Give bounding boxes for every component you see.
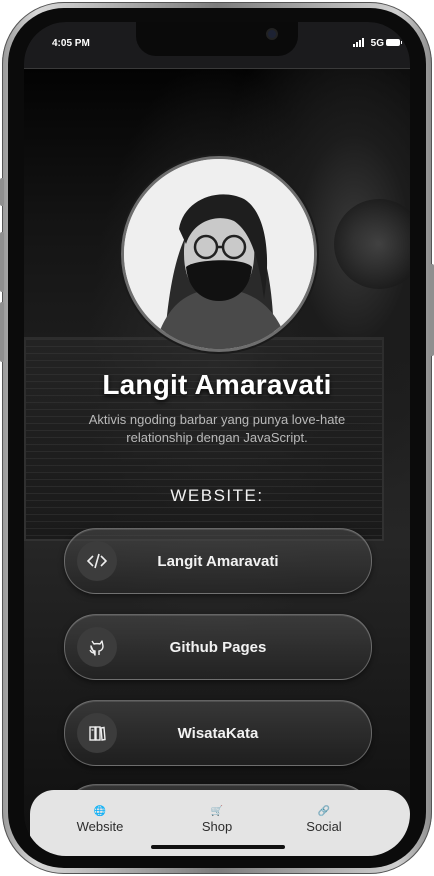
nav-label: Social [306,819,342,834]
books-icon [77,713,117,753]
link-button-wisatakata[interactable]: WisataKata [64,700,372,766]
github-icon [77,627,117,667]
mute-switch [0,178,4,206]
globe-icon: 🌐 [93,806,107,817]
section-title: WEBSITE: [170,486,264,505]
nav-website[interactable]: 🌐 Website [60,806,140,834]
signal-bars-icon [353,38,364,47]
code-icon [77,541,117,581]
profile-bio: Aktivis ngoding barbar yang punya love-h… [88,412,346,445]
nav-shop[interactable]: 🛒 Shop [177,806,257,834]
lamp-decoration [334,199,410,289]
nav-label: Website [76,819,124,834]
link-button-langit-amaravati[interactable]: Langit Amaravati [64,528,372,594]
status-divider [24,68,410,69]
nav-label: Shop [201,819,233,834]
status-bar: 4:05 PM 5G [24,22,410,68]
camera-icon [266,28,278,40]
link-icon: 🔗 [317,806,331,817]
nav-social[interactable]: 🔗 Social [284,806,364,834]
battery-icon [386,39,402,46]
power-button [430,264,434,356]
notch [136,22,298,56]
volume-down-button [0,302,4,362]
profile-name: Langit Amaravati [102,369,332,400]
phone-screen: 4:05 PM 5G Langit Amaravati Aktivis ngod… [24,22,410,856]
link-button-github-pages[interactable]: Github Pages [64,614,372,680]
network-label: 5G [370,38,384,49]
home-indicator[interactable] [151,845,285,849]
avatar [121,156,317,352]
volume-up-button [0,232,4,292]
status-time: 4:05 PM [52,38,90,49]
cart-icon: 🛒 [210,806,224,817]
profile-photo [124,159,314,349]
